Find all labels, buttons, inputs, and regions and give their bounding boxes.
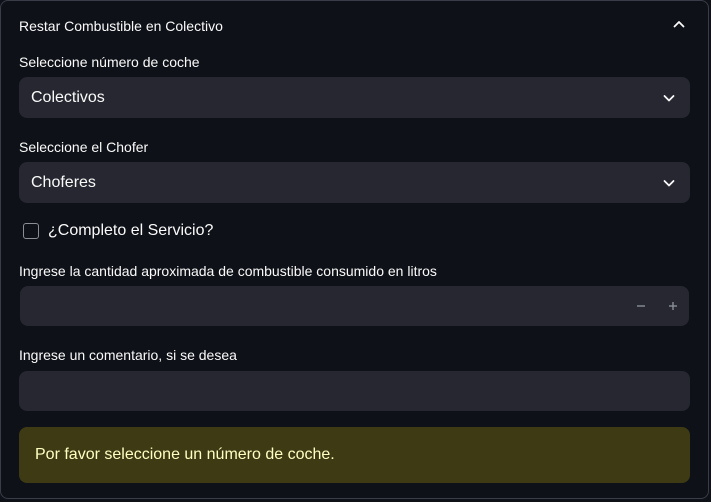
- comentario-label: Ingrese un comentario, si se desea: [19, 347, 237, 363]
- decrement-button[interactable]: [625, 286, 657, 326]
- coche-select[interactable]: Colectivos: [19, 77, 690, 118]
- chofer-select[interactable]: Choferes: [19, 162, 690, 203]
- warning-alert: Por favor seleccione un número de coche.: [19, 427, 690, 483]
- expander-panel: Restar Combustible en Colectivo Seleccio…: [0, 0, 709, 499]
- combustible-label: Ingrese la cantidad aproximada de combus…: [19, 263, 437, 279]
- combustible-field[interactable]: [20, 286, 610, 326]
- comentario-input[interactable]: [19, 371, 690, 411]
- expander-title: Restar Combustible en Colectivo: [19, 18, 223, 34]
- chevron-down-icon: [662, 176, 676, 190]
- coche-label: Seleccione número de coche: [19, 54, 200, 70]
- alert-message: Por favor seleccione un número de coche.: [35, 446, 335, 463]
- expander-header[interactable]: Restar Combustible en Colectivo: [1, 1, 708, 51]
- chofer-select-value: Choferes: [31, 174, 96, 191]
- servicio-checkbox-row[interactable]: ¿Completo el Servicio?: [23, 222, 323, 242]
- increment-button[interactable]: [657, 286, 689, 326]
- minus-icon: [637, 305, 645, 307]
- combustible-number-input: [20, 286, 689, 326]
- chofer-label: Seleccione el Chofer: [19, 139, 149, 155]
- chevron-up-icon: [672, 17, 686, 31]
- servicio-checkbox[interactable]: [23, 223, 39, 239]
- coche-select-value: Colectivos: [31, 89, 105, 106]
- servicio-checkbox-label: ¿Completo el Servicio?: [48, 222, 214, 239]
- chevron-down-icon: [662, 91, 676, 105]
- plus-icon: [669, 302, 677, 310]
